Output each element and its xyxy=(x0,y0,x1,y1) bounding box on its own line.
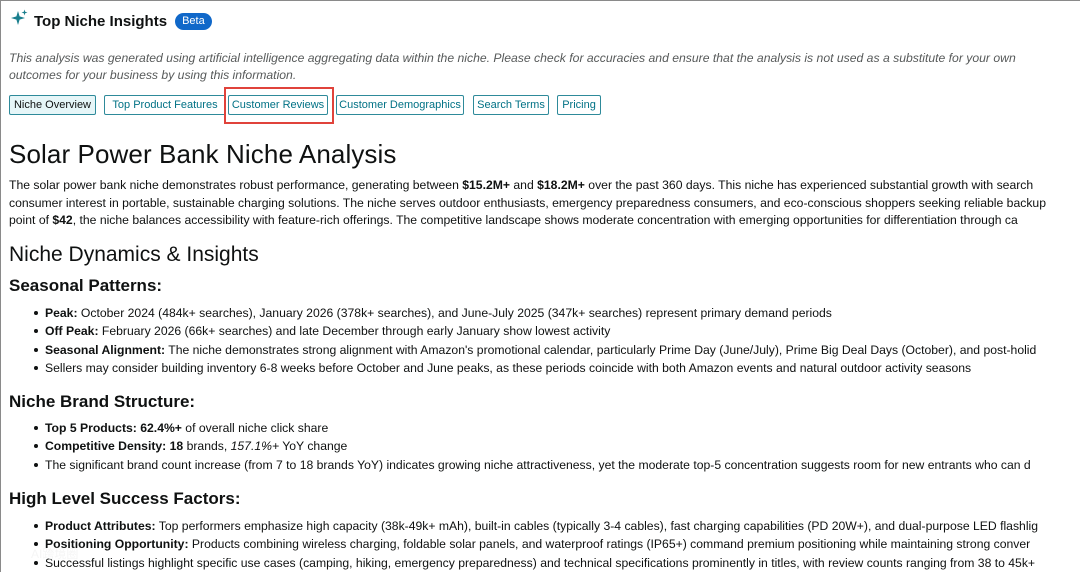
item-text: of overall niche click share xyxy=(181,421,329,435)
item-text: Top performers emphasize high capacity (… xyxy=(155,519,1039,533)
list-item: Successful listings highlight specific u… xyxy=(33,554,1038,572)
item-label: Product Attributes: xyxy=(45,519,156,533)
intro-text: , the niche balances accessibility with … xyxy=(72,213,1018,227)
tab-top-product-features[interactable]: Top Product Features xyxy=(104,95,226,115)
item-text: Products combining wireless charging, fo… xyxy=(188,537,1031,552)
intro-text: over the past 360 days. This niche has e… xyxy=(584,178,1034,192)
intro-text: The solar power bank niche demonstrates … xyxy=(9,178,463,192)
disclaimer-line-1: This analysis was generated using artifi… xyxy=(9,51,1016,65)
seasonal-list: Peak: October 2024 (484k+ searches), Jan… xyxy=(1,304,1036,377)
item-value: 18 xyxy=(166,439,184,454)
tab-niche-overview[interactable]: Niche Overview xyxy=(9,95,96,115)
tab-pricing[interactable]: Pricing xyxy=(557,95,601,115)
list-item: Seasonal Alignment: The niche demonstrat… xyxy=(33,341,1037,359)
item-label: Top 5 Products: xyxy=(45,421,137,435)
revenue-low: $15.2M+ xyxy=(462,178,511,192)
list-item: The significant brand count increase (fr… xyxy=(34,456,1031,474)
item-text: YoY change xyxy=(279,439,348,454)
dynamics-heading: Niche Dynamics & Insights xyxy=(9,243,259,266)
revenue-high: $18.2M+ xyxy=(537,178,585,192)
watermark: AI跨境圈 xyxy=(5,540,125,566)
sparkle-icon xyxy=(11,9,28,25)
tab-customer-demographics[interactable]: Customer Demographics xyxy=(336,95,464,115)
yoy-change: 157.1%+ xyxy=(230,439,280,454)
item-label: Competitive Density: xyxy=(45,439,167,454)
brand-list: Top 5 Products: 62.4%+ of overall niche … xyxy=(1,419,1031,474)
disclaimer-line-2: outcomes for your business by using this… xyxy=(9,68,297,82)
item-text: The niche demonstrates strong alignment … xyxy=(165,342,1037,357)
intro-text: point of xyxy=(9,213,53,227)
item-text: Sellers may consider building inventory … xyxy=(45,360,972,375)
main-heading: Solar Power Bank Niche Analysis xyxy=(9,139,397,169)
watermark-text: AI跨境圈 xyxy=(31,546,79,561)
list-item: Top 5 Products: 62.4%+ of overall niche … xyxy=(34,419,1031,437)
list-item: Sellers may consider building inventory … xyxy=(33,359,1036,377)
page-title: Top Niche Insights xyxy=(34,13,168,30)
beta-badge: Beta xyxy=(175,13,212,30)
tab-search-terms[interactable]: Search Terms xyxy=(473,95,549,115)
watermark-logo-icon xyxy=(6,543,26,563)
item-text: The significant brand count increase (fr… xyxy=(45,457,1031,472)
highlight-box xyxy=(224,87,334,124)
item-text: Successful listings highlight specific u… xyxy=(45,555,1036,570)
list-item: Off Peak: February 2026 (66k+ searches) … xyxy=(33,322,1036,340)
list-item: Product Attributes: Top performers empha… xyxy=(33,517,1039,535)
success-list: Product Attributes: Top performers empha… xyxy=(1,517,1038,572)
intro-line-3: point of $42, the niche balances accessi… xyxy=(9,212,1046,230)
item-value: 62.4%+ xyxy=(136,421,182,435)
list-item: Positioning Opportunity: Products combin… xyxy=(33,535,1038,553)
item-text: brands, xyxy=(183,439,231,454)
intro-line-1: The solar power bank niche demonstrates … xyxy=(9,177,1046,195)
disclaimer: This analysis was generated using artifi… xyxy=(9,50,1016,84)
success-heading: High Level Success Factors: xyxy=(9,489,241,508)
brand-heading: Niche Brand Structure: xyxy=(9,392,196,411)
seasonal-heading: Seasonal Patterns: xyxy=(9,276,163,295)
item-label: Off Peak: xyxy=(45,324,99,339)
header: Top Niche Insights Beta xyxy=(9,9,212,30)
list-item: Peak: October 2024 (484k+ searches), Jan… xyxy=(33,304,1036,322)
item-text: February 2026 (66k+ searches) and late D… xyxy=(98,324,611,339)
price-point: $42 xyxy=(52,213,73,227)
page: Top Niche Insights Beta This analysis wa… xyxy=(0,0,1080,572)
item-text: October 2024 (484k+ searches), January 2… xyxy=(77,306,832,320)
intro-text: and xyxy=(510,178,538,192)
intro-paragraph: The solar power bank niche demonstrates … xyxy=(9,177,1046,230)
item-label: Peak: xyxy=(45,306,78,320)
list-item: Competitive Density: 18 brands, 157.1%+ … xyxy=(34,437,1031,455)
item-label: Seasonal Alignment: xyxy=(45,342,166,357)
intro-line-2: consumer interest in portable, sustainab… xyxy=(9,195,1046,210)
